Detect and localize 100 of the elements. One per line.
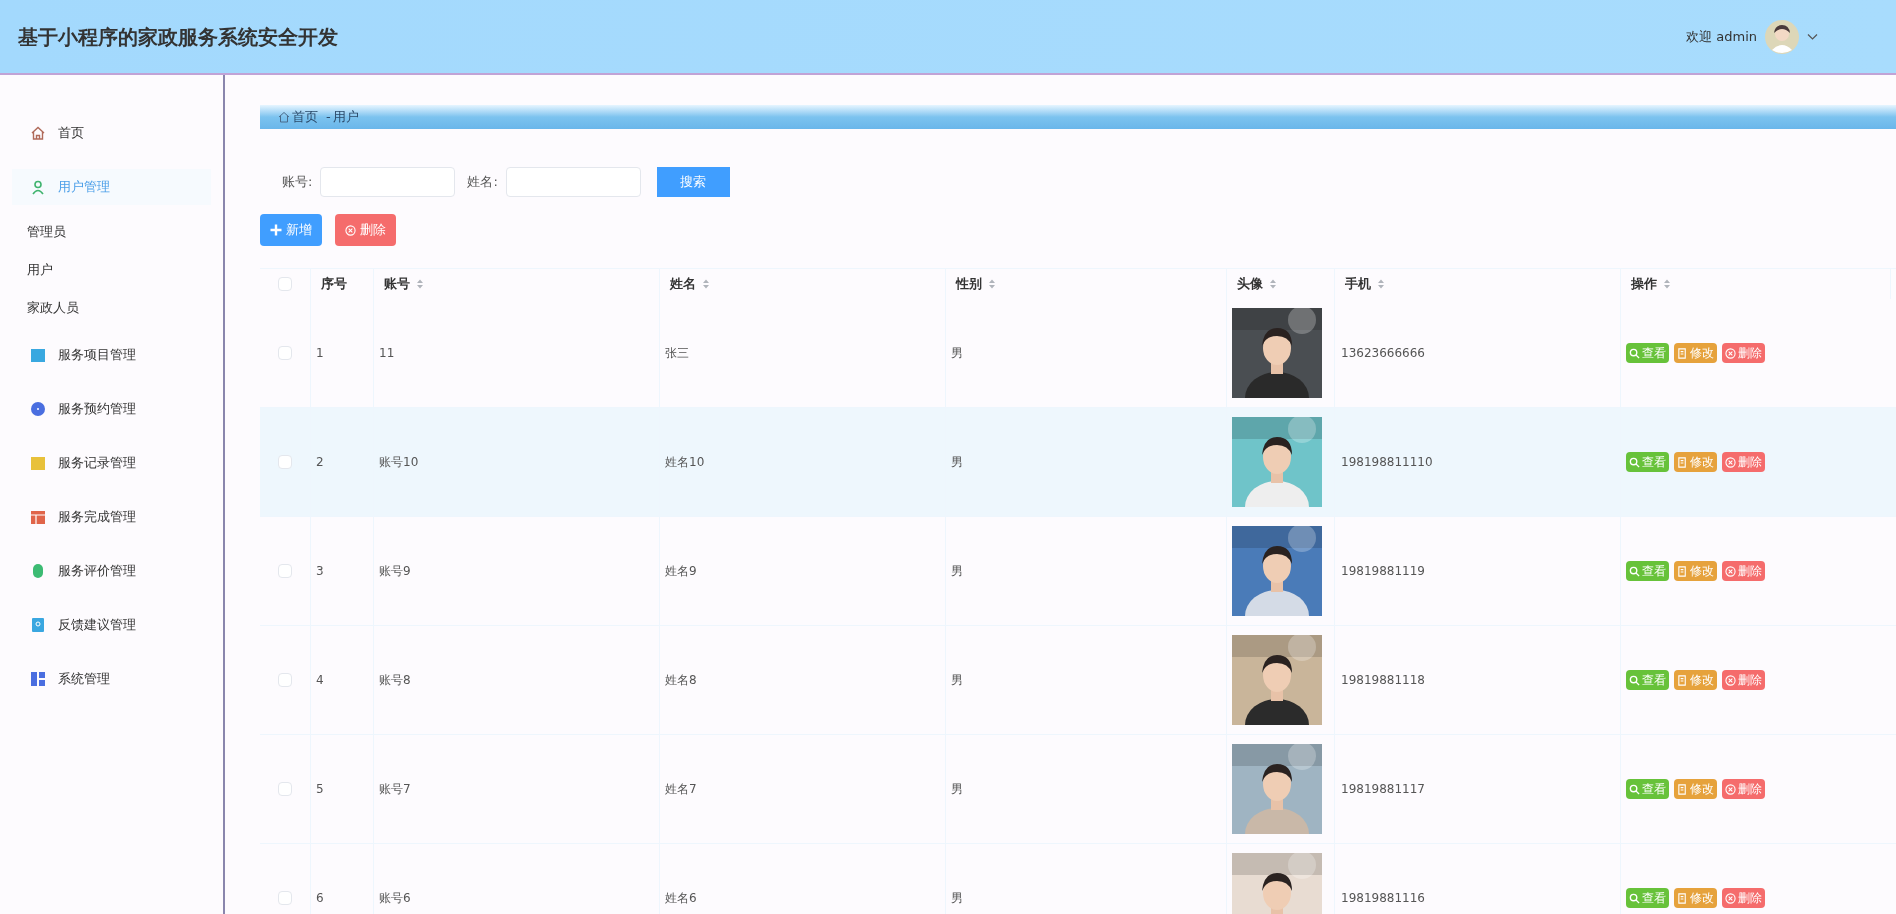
table-cell-text: 3 [316, 563, 324, 580]
table-cell-text: 19819881117 [1341, 781, 1425, 798]
sort-icon[interactable] [1663, 278, 1671, 290]
sidebar-item[interactable]: 服务评价管理 [12, 553, 211, 589]
table-cell-text: 19819881119 [1341, 563, 1425, 580]
close-icon [1725, 892, 1736, 904]
user-icon [30, 179, 46, 195]
column-header[interactable]: 姓名 [670, 274, 710, 294]
column-header[interactable]: 头像 [1237, 274, 1277, 294]
table-cell-text: 账号7 [379, 781, 411, 798]
sidebar-item[interactable]: 服务完成管理 [12, 499, 211, 535]
table-row[interactable]: 1 11 张三 男 13623666666 查看 修改 删除 [260, 299, 1896, 408]
close-icon [1725, 347, 1736, 359]
layout-icon [30, 671, 46, 687]
delete-button[interactable]: 删除 [1722, 561, 1765, 581]
search-icon [1629, 456, 1640, 468]
table-cell-text: 198198811110 [1341, 454, 1433, 471]
sidebar-item[interactable]: 服务项目管理 [12, 337, 211, 373]
table-cell-text: 账号9 [379, 563, 411, 580]
search-icon [1629, 783, 1640, 795]
search-icon [1629, 892, 1640, 904]
building-icon [30, 347, 46, 363]
column-header[interactable]: 操作 [1631, 274, 1671, 294]
sidebar-item[interactable]: 系统管理 [12, 661, 211, 697]
delete-button[interactable]: 删除 [1722, 343, 1765, 363]
table-cell-text: 姓名7 [665, 781, 697, 798]
checkbox[interactable] [278, 277, 292, 291]
close-icon [1725, 783, 1736, 795]
close-icon [345, 224, 356, 236]
table-cell-text: 账号6 [379, 890, 411, 907]
checkbox[interactable] [278, 782, 292, 796]
contact-icon [30, 617, 46, 633]
sidebar-item[interactable]: 服务预约管理 [12, 391, 211, 427]
table-cell-text: 男 [951, 454, 963, 471]
breadcrumb-link[interactable]: 用户 [332, 107, 359, 127]
checkbox[interactable] [278, 673, 292, 687]
table-cell-text: 男 [951, 563, 963, 580]
sidebar-item[interactable]: 用户管理 [12, 169, 211, 205]
checkbox[interactable] [278, 564, 292, 578]
table-cell-text: 2 [316, 454, 324, 471]
edit-icon [1677, 674, 1688, 686]
search-icon [1629, 674, 1640, 686]
table-row[interactable]: 5 账号7 姓名7 男 19819881117 查看 修改 删除 [260, 735, 1896, 844]
close-icon [1725, 674, 1736, 686]
delete-button[interactable]: 删除 [1722, 452, 1765, 472]
checkbox[interactable] [278, 891, 292, 905]
sidebar-subitem[interactable]: 家政人员 [0, 297, 223, 319]
edit-icon [1677, 456, 1688, 468]
sidebar-subitem[interactable]: 管理员 [0, 221, 223, 243]
sort-icon[interactable] [702, 278, 710, 290]
sort-icon[interactable] [416, 278, 424, 290]
breadcrumb-link[interactable]: 首页 [292, 107, 318, 127]
table-cell-text: 张三 [665, 345, 689, 362]
checkbox[interactable] [278, 346, 292, 360]
column-header[interactable]: 性别 [956, 274, 996, 294]
delete-button[interactable]: 删除 [335, 214, 396, 246]
column-header[interactable]: 账号 [384, 274, 424, 294]
edit-icon [1677, 565, 1688, 577]
table-icon [30, 509, 46, 525]
home-icon[interactable] [278, 111, 290, 123]
sort-icon[interactable] [988, 278, 996, 290]
checkbox[interactable] [278, 455, 292, 469]
table-cell-text: 男 [951, 890, 963, 907]
avatar[interactable] [1765, 19, 1799, 54]
building-icon [30, 455, 46, 471]
table-cell-text: 6 [316, 890, 324, 907]
sidebar-item[interactable]: 反馈建议管理 [12, 607, 211, 643]
search-field[interactable] [505, 167, 641, 197]
circle-icon [30, 401, 46, 417]
table-cell-text: 5 [316, 781, 324, 798]
table-cell-text: 姓名8 [665, 672, 697, 689]
table-row[interactable]: 2 账号10 姓名10 男 198198811110 查看 修改 删除 [260, 408, 1896, 517]
column-header: 序号 [321, 275, 347, 294]
table-row[interactable]: 4 账号8 姓名8 男 19819881118 查看 修改 删除 [260, 626, 1896, 735]
column-header[interactable]: 手机 [1345, 274, 1385, 294]
table-cell-text: 13623666666 [1341, 345, 1425, 362]
edit-icon [1677, 892, 1688, 904]
delete-button[interactable]: 删除 [1722, 888, 1765, 908]
chevron-down-icon[interactable] [1807, 32, 1818, 41]
close-icon [1725, 565, 1736, 577]
welcome-text: 欢迎 admin [1686, 27, 1757, 46]
field-label: 账号: [282, 173, 313, 192]
sidebar-subitem[interactable]: 用户 [0, 259, 223, 281]
table-cell-text: 姓名6 [665, 890, 697, 907]
sort-icon[interactable] [1377, 278, 1385, 290]
delete-button[interactable]: 删除 [1722, 779, 1765, 799]
table-cell-text: 19819881118 [1341, 672, 1425, 689]
sidebar-item[interactable]: 首页 [12, 115, 211, 151]
search-icon [1629, 347, 1640, 359]
search-field[interactable] [320, 167, 456, 197]
field-label: 姓名: [467, 173, 498, 192]
table-row[interactable]: 3 账号9 姓名9 男 19819881119 查看 修改 删除 [260, 517, 1896, 626]
table-cell-text: 账号10 [379, 454, 419, 471]
plus-icon [270, 224, 282, 236]
table-cell-text: 19819881116 [1341, 890, 1425, 907]
home-icon [30, 125, 46, 141]
sort-icon[interactable] [1269, 278, 1277, 290]
sidebar-item[interactable]: 服务记录管理 [12, 445, 211, 481]
mouse-icon [30, 563, 46, 579]
delete-button[interactable]: 删除 [1722, 670, 1765, 690]
